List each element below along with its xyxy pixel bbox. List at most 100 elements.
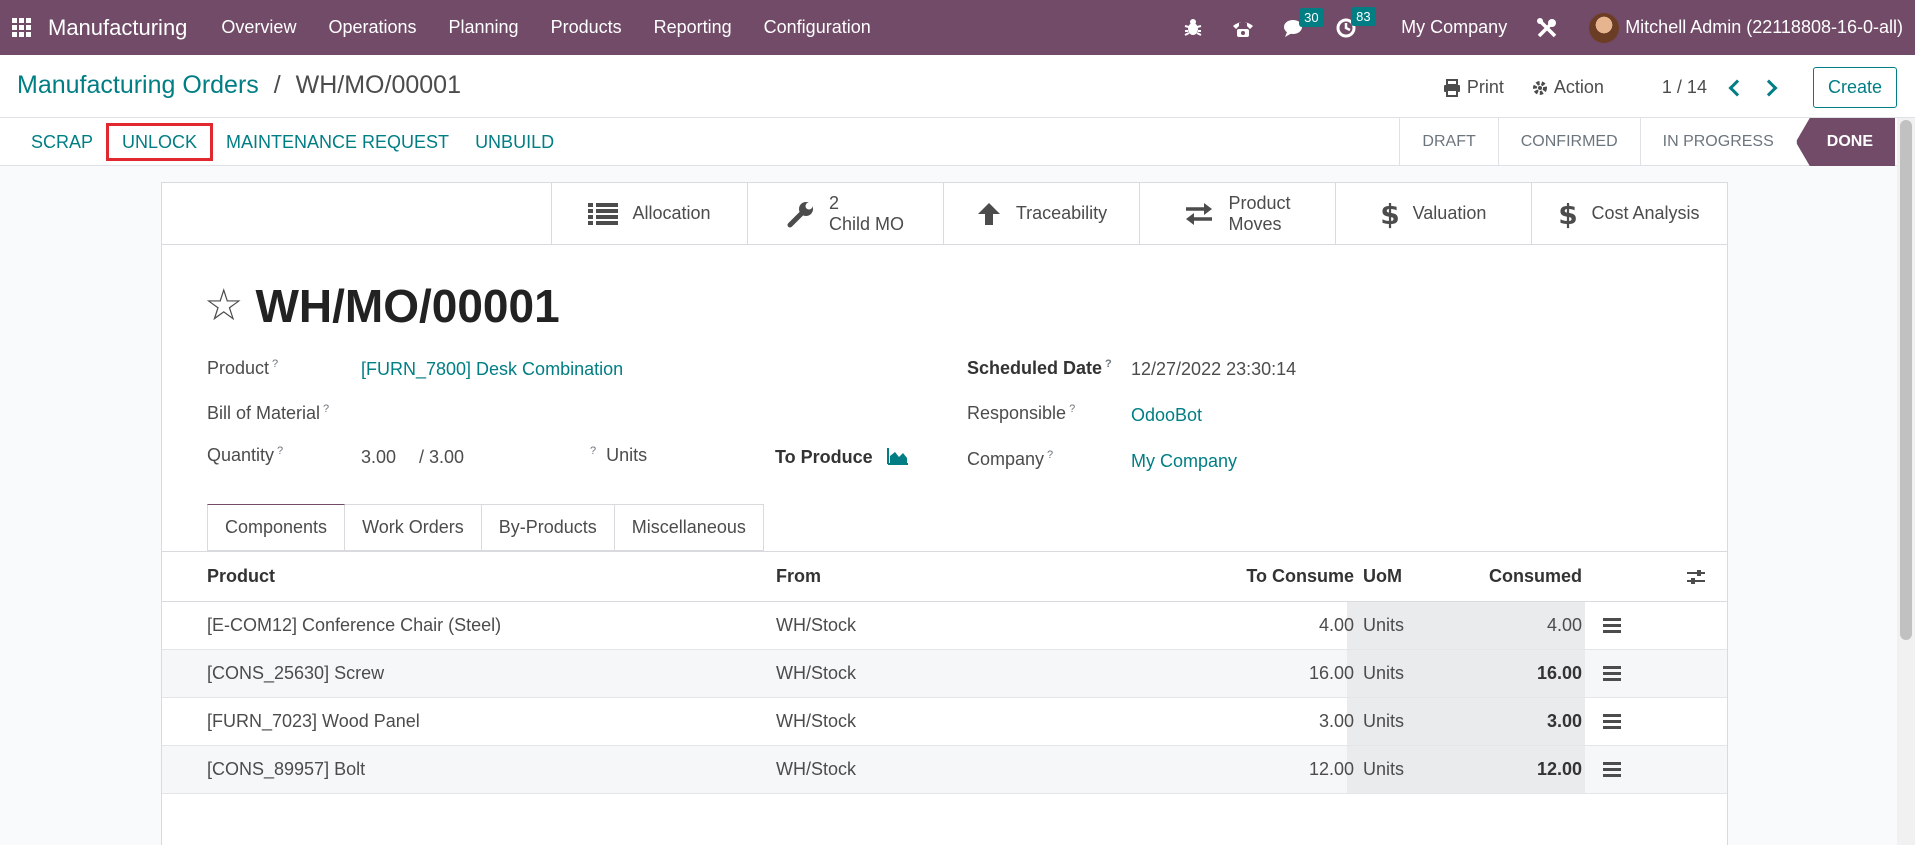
print-button[interactable]: Print [1443, 77, 1504, 98]
menu-planning[interactable]: Planning [433, 17, 535, 38]
phone-icon[interactable] [1231, 18, 1255, 38]
row-consumed[interactable]: 3.00 [1462, 698, 1582, 745]
col-to-consume[interactable]: To Consume [1062, 552, 1354, 601]
menu-reporting[interactable]: Reporting [638, 17, 748, 38]
table-row[interactable]: [CONS_25630] Screw WH/Stock 16.00 Units … [162, 650, 1727, 698]
row-consumed[interactable]: 16.00 [1462, 650, 1582, 697]
chat-icon[interactable]: 30 [1283, 7, 1324, 38]
dollar-icon: $ [1559, 199, 1577, 229]
traceability-button[interactable]: Traceability [943, 183, 1139, 244]
create-button[interactable]: Create [1812, 67, 1897, 108]
svg-text:$: $ [1559, 199, 1577, 229]
column-settings-icon[interactable] [1687, 569, 1705, 585]
valuation-button[interactable]: $ Valuation [1335, 183, 1531, 244]
tab-by-products[interactable]: By-Products [481, 504, 615, 551]
cost-analysis-button[interactable]: $ Cost Analysis [1531, 183, 1727, 244]
unlock-button[interactable]: UNLOCK [106, 123, 214, 161]
help-icon[interactable]: ? [1069, 403, 1075, 415]
tools-icon[interactable] [1535, 16, 1559, 40]
pager-next-icon[interactable] [1760, 79, 1778, 96]
child-mo-text: 2 Child MO [829, 193, 904, 235]
table-row[interactable]: [CONS_89957] Bolt WH/Stock 12.00 Units 1… [162, 746, 1727, 794]
scheduled-date-label: Scheduled Date? [967, 358, 1112, 379]
apps-menu-icon[interactable] [12, 17, 32, 38]
tab-work-orders[interactable]: Work Orders [345, 504, 482, 551]
responsible-label: Responsible? [967, 403, 1075, 424]
help-icon[interactable]: ? [590, 445, 596, 457]
help-icon[interactable]: ? [1047, 449, 1053, 461]
pager-value[interactable]: 1 / 14 [1662, 77, 1707, 98]
tab-components[interactable]: Components [207, 504, 346, 551]
quantity-field[interactable]: 3.00 [361, 447, 396, 468]
unbuild-button[interactable]: UNBUILD [462, 123, 567, 161]
col-consumed[interactable]: Consumed [1462, 552, 1582, 601]
area-chart-icon[interactable] [887, 447, 909, 470]
child-mo-button[interactable]: 2 Child MO [747, 183, 943, 244]
row-from: WH/Stock [776, 663, 857, 683]
help-icon[interactable]: ? [323, 403, 329, 415]
page-scrollbar[interactable] [1897, 118, 1915, 845]
user-menu[interactable]: Mitchell Admin (22118808-16-0-all) [1625, 17, 1903, 38]
tab-miscellaneous[interactable]: Miscellaneous [614, 504, 764, 551]
breadcrumb: Manufacturing Orders / WH/MO/00001 [17, 71, 461, 100]
scrollbar-thumb[interactable] [1900, 120, 1912, 640]
row-product: [CONS_25630] Screw [207, 663, 385, 683]
col-product[interactable]: Product [207, 552, 275, 601]
row-to-consume: 12.00 [1308, 759, 1354, 779]
detail-list-icon[interactable] [1603, 698, 1621, 745]
stage-confirmed[interactable]: CONFIRMED [1497, 118, 1640, 166]
menu-overview[interactable]: Overview [205, 17, 312, 38]
detail-list-icon[interactable] [1603, 602, 1621, 649]
exchange-icon [1186, 202, 1213, 225]
row-consumed[interactable]: 12.00 [1462, 746, 1582, 793]
detail-list-icon[interactable] [1603, 650, 1621, 697]
col-from[interactable]: From [776, 552, 821, 601]
scheduled-date-field[interactable]: 12/27/2022 23:30:14 [1131, 359, 1296, 380]
table-row[interactable]: [FURN_7023] Wood Panel WH/Stock 3.00 Uni… [162, 698, 1727, 746]
company-field[interactable]: My Company [1131, 451, 1237, 472]
breadcrumb-current: WH/MO/00001 [295, 71, 461, 99]
row-uom: Units [1363, 759, 1405, 779]
product-field[interactable]: [FURN_7800] Desk Combination [361, 359, 623, 380]
form-sheet: Allocation 2 Child MO Traceability Produc… [161, 182, 1728, 845]
user-avatar[interactable] [1589, 12, 1620, 43]
quantity-label: Quantity? [207, 445, 283, 466]
app-brand[interactable]: Manufacturing [48, 15, 187, 41]
cost-analysis-label: Cost Analysis [1591, 203, 1700, 223]
responsible-field[interactable]: OdooBot [1131, 405, 1202, 426]
stage-in-progress[interactable]: IN PROGRESS [1639, 118, 1796, 166]
bom-label: Bill of Material? [207, 403, 329, 424]
stage-draft[interactable]: DRAFT [1399, 118, 1497, 166]
help-icon[interactable]: ? [272, 358, 278, 370]
action-button[interactable]: Action [1532, 77, 1604, 98]
row-consumed[interactable]: 4.00 [1462, 602, 1582, 649]
menu-products[interactable]: Products [535, 17, 638, 38]
col-uom[interactable]: UoM [1363, 552, 1402, 601]
allocation-button[interactable]: Allocation [551, 183, 747, 244]
menu-operations[interactable]: Operations [312, 17, 432, 38]
help-icon[interactable]: ? [277, 445, 283, 457]
row-to-consume: 3.00 [1318, 711, 1354, 731]
breadcrumb-manufacturing-orders[interactable]: Manufacturing Orders [17, 71, 259, 99]
activity-clock-icon[interactable]: 83 [1335, 6, 1376, 39]
bug-icon[interactable] [1183, 18, 1203, 38]
maintenance-request-button[interactable]: MAINTENANCE REQUEST [213, 123, 462, 161]
scrap-button[interactable]: SCRAP [18, 123, 106, 161]
gear-icon [1532, 80, 1547, 95]
product-moves-button[interactable]: Product Moves [1139, 183, 1335, 244]
traceability-label: Traceability [1015, 203, 1108, 223]
uom-field[interactable]: ? Units [587, 445, 647, 466]
table-row[interactable]: [E-COM12] Conference Chair (Steel) WH/St… [162, 602, 1727, 650]
star-icon[interactable]: ☆ [204, 284, 243, 328]
row-product: [FURN_7023] Wood Panel [207, 711, 420, 731]
record-title: WH/MO/00001 [255, 280, 560, 332]
pager-previous-icon[interactable] [1728, 79, 1746, 96]
company-switcher[interactable]: My Company [1401, 17, 1507, 38]
menu-configuration[interactable]: Configuration [748, 17, 887, 38]
header-buttons: SCRAP UNLOCK MAINTENANCE REQUEST UNBUILD [18, 118, 567, 166]
help-icon[interactable]: ? [1105, 358, 1112, 370]
stage-pipeline: DRAFT CONFIRMED IN PROGRESS DONE [1399, 118, 1895, 166]
row-uom: Units [1363, 711, 1405, 731]
stage-done[interactable]: DONE [1795, 118, 1895, 166]
detail-list-icon[interactable] [1603, 746, 1621, 793]
